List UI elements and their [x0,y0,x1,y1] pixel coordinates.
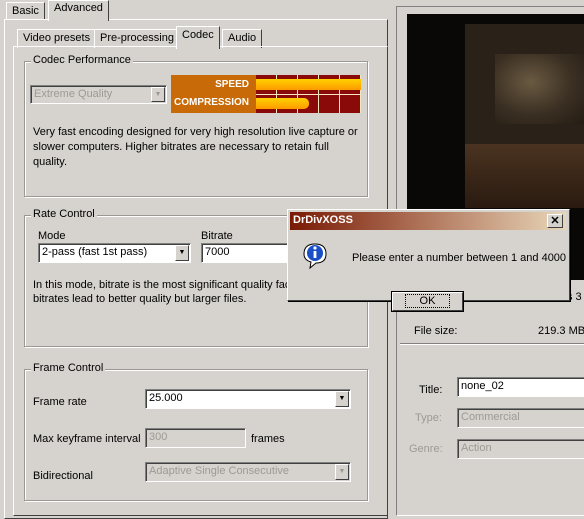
frame-control-title: Frame Control [31,362,106,374]
video-frame-ground [465,144,584,208]
video-frame-image [465,24,584,208]
meter-grid-cell [340,94,361,113]
frame-rate-value: 25.000 [149,392,183,404]
ok-button[interactable]: OK [391,291,464,312]
type-label: Type: [415,412,442,424]
tab-audio-label: Audio [228,32,257,44]
speed-label: SPEED [215,79,249,90]
bidirectional-label: Bidirectional [33,470,93,482]
ok-button-label: OK [404,294,451,308]
tab-codec[interactable]: Codec [176,26,220,49]
dialog-titlebar: DrDivXOSS ✕ [290,212,566,230]
type-select[interactable]: Commercial [457,408,584,428]
bidirectional-select[interactable]: Adaptive Single Consecutive ▼ [145,462,351,482]
dialog-close-button[interactable]: ✕ [547,214,563,228]
ok-button-face: OK [392,292,463,311]
mode-select-value: 2-pass (fast 1st pass) [42,246,148,258]
rate-control-description-line1: In this mode, bitrate is the most signif… [33,279,291,291]
frames-label: frames [251,433,285,445]
mode-label: Mode [38,230,66,242]
max-keyframe-value: 300 [149,431,168,443]
bitrate-label: Bitrate [201,230,233,242]
chevron-down-icon: ▼ [335,464,349,480]
title-label: Title: [419,384,443,396]
bitrate-input-value: 7000 [205,246,230,258]
rate-control-description-line2: bitrates lead to better quality but larg… [33,293,247,305]
tab-basic-label: Basic [12,5,39,17]
bitrate-input[interactable]: 7000 [201,243,291,263]
file-size-value: 219.3 MB [538,325,584,337]
quality-select[interactable]: Extreme Quality ▼ [30,85,167,104]
speed-bar [256,79,361,90]
title-input-value: none_02 [461,380,504,392]
tab-pre-processing-label: Pre-processing [100,32,174,44]
rate-control-title: Rate Control [31,208,97,220]
codec-performance-title: Codec Performance [31,54,133,66]
chevron-down-icon: ▼ [151,87,165,102]
max-keyframe-input[interactable]: 300 [145,428,246,448]
type-select-value: Commercial [461,411,520,423]
compression-bar [256,98,309,109]
genre-label: Genre: [409,443,443,455]
chevron-down-icon: ▼ [175,245,189,261]
title-input[interactable]: none_02 [457,377,584,397]
performance-meter: SPEED COMPRESSION [171,75,361,113]
info-icon [300,240,330,270]
video-frame-foliage [495,54,584,124]
dialog-title: DrDivXOSS [293,214,353,226]
tab-codec-label: Codec [182,29,214,41]
genre-select-value: Action [461,442,492,454]
tab-basic[interactable]: Basic [6,2,45,20]
close-icon: ✕ [550,215,560,227]
max-keyframe-label: Max keyframe interval [33,433,141,445]
chevron-down-icon: ▼ [335,391,349,407]
divider [400,343,584,345]
tab-advanced[interactable]: Advanced [48,0,109,21]
dialog-message: Please enter a number between 1 and 4000 [352,252,567,264]
codec-description: Very fast encoding designed for very hig… [33,126,358,168]
message-dialog: DrDivXOSS ✕ Please enter a number betwee… [287,209,570,312]
genre-select[interactable]: Action [457,439,584,459]
tab-advanced-label: Advanced [54,2,103,14]
meter-grid-cell [319,94,340,113]
compression-label: COMPRESSION [173,97,249,108]
frame-rate-select[interactable]: 25.000 ▼ [145,389,351,409]
mode-select[interactable]: 2-pass (fast 1st pass) ▼ [38,243,191,263]
bidirectional-value: Adaptive Single Consecutive [149,465,290,477]
file-size-label: File size: [414,325,458,337]
quality-select-value: Extreme Quality [34,88,113,100]
frame-rate-label: Frame rate [33,396,87,408]
tab-video-presets-label: Video presets [23,32,91,44]
